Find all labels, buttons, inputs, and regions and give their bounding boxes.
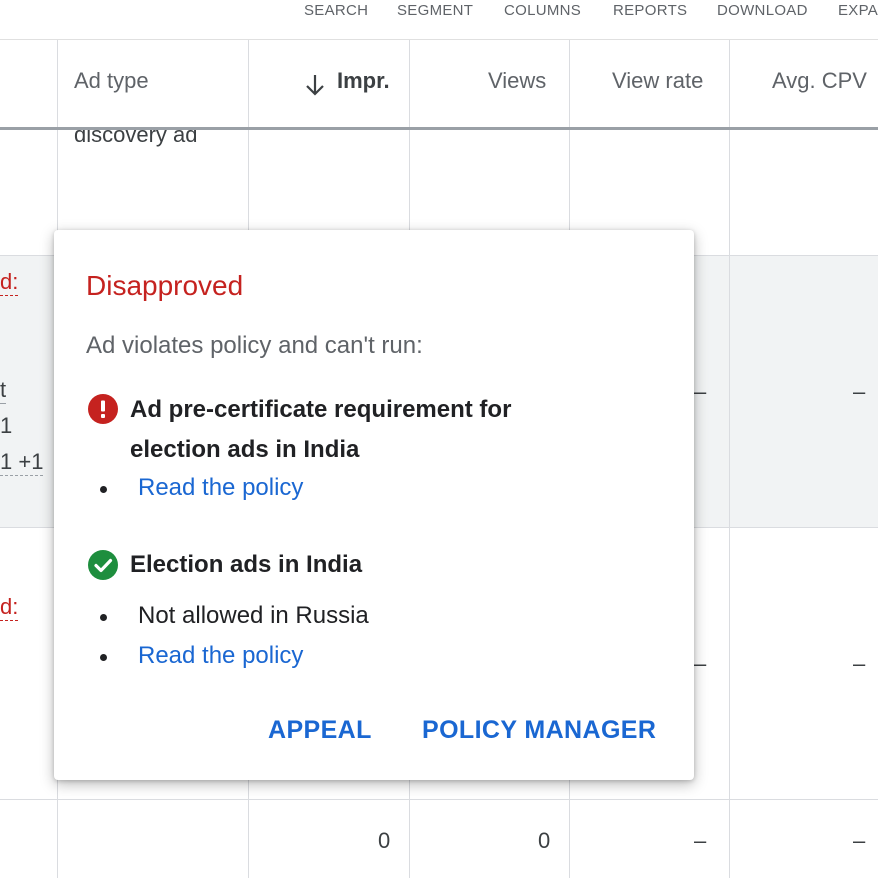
read-policy-link[interactable]: Read the policy	[138, 642, 303, 670]
read-policy-link[interactable]: Read the policy	[138, 474, 303, 502]
download-button[interactable]: DOWNLOAD	[717, 2, 808, 19]
columns-button[interactable]: COLUMNS	[504, 2, 581, 19]
policy-restriction-note: Not allowed in Russia	[138, 602, 369, 629]
policy-text[interactable]: 1 +1	[0, 449, 44, 476]
avg-cpv-value: –	[853, 651, 866, 676]
column-header-ad-type[interactable]: Ad type	[74, 68, 149, 94]
appeal-button[interactable]: APPEAL	[268, 716, 372, 745]
avg-cpv-value: –	[853, 379, 866, 404]
column-divider	[729, 40, 730, 878]
policy-title-line: election ads in India	[130, 436, 360, 463]
expand-button[interactable]: EXPA	[838, 2, 878, 19]
policy-manager-button[interactable]: POLICY MANAGER	[422, 716, 656, 745]
view-rate-value: –	[694, 651, 707, 676]
column-header-view-rate[interactable]: View rate	[612, 68, 703, 94]
status-text[interactable]: d:	[0, 594, 19, 621]
view-rate-value: –	[694, 379, 707, 404]
ad-type-cell: discovery ad	[58, 130, 248, 170]
column-header-impr[interactable]: Impr.	[337, 68, 390, 94]
status-text[interactable]: d:	[0, 269, 19, 296]
check-circle-icon	[88, 550, 118, 580]
sort-descending-icon[interactable]	[303, 72, 327, 98]
bullet-dot	[100, 614, 107, 621]
error-icon	[88, 394, 118, 424]
column-header-avg-cpv[interactable]: Avg. CPV	[772, 68, 867, 94]
segment-button[interactable]: SEGMENT	[397, 2, 473, 19]
column-header-views[interactable]: Views	[488, 68, 546, 94]
popup-subtitle: Ad violates policy and can't run:	[86, 332, 423, 359]
avg-cpv-value: –	[853, 828, 866, 853]
views-value: 0	[538, 828, 551, 853]
bullet-dot	[100, 654, 107, 661]
row-divider	[0, 799, 878, 800]
policy-text[interactable]: t	[0, 377, 7, 404]
ad-type-text: discovery ad	[74, 130, 198, 147]
view-rate-value: –	[694, 828, 707, 853]
policy-text: 1	[0, 413, 13, 438]
popup-title: Disapproved	[86, 270, 244, 301]
impr-value: 0	[378, 828, 391, 853]
search-button[interactable]: SEARCH	[304, 2, 368, 19]
policy-title: Election ads in India	[130, 551, 363, 578]
policy-status-popup: Disapproved Ad violates policy and can't…	[54, 230, 694, 780]
bullet-dot	[100, 486, 107, 493]
policy-title-line: Ad pre-certificate requirement for	[130, 396, 512, 423]
table-toolbar: SEARCH SEGMENT COLUMNS REPORTS DOWNLOAD …	[0, 0, 878, 40]
reports-button[interactable]: REPORTS	[613, 2, 687, 19]
